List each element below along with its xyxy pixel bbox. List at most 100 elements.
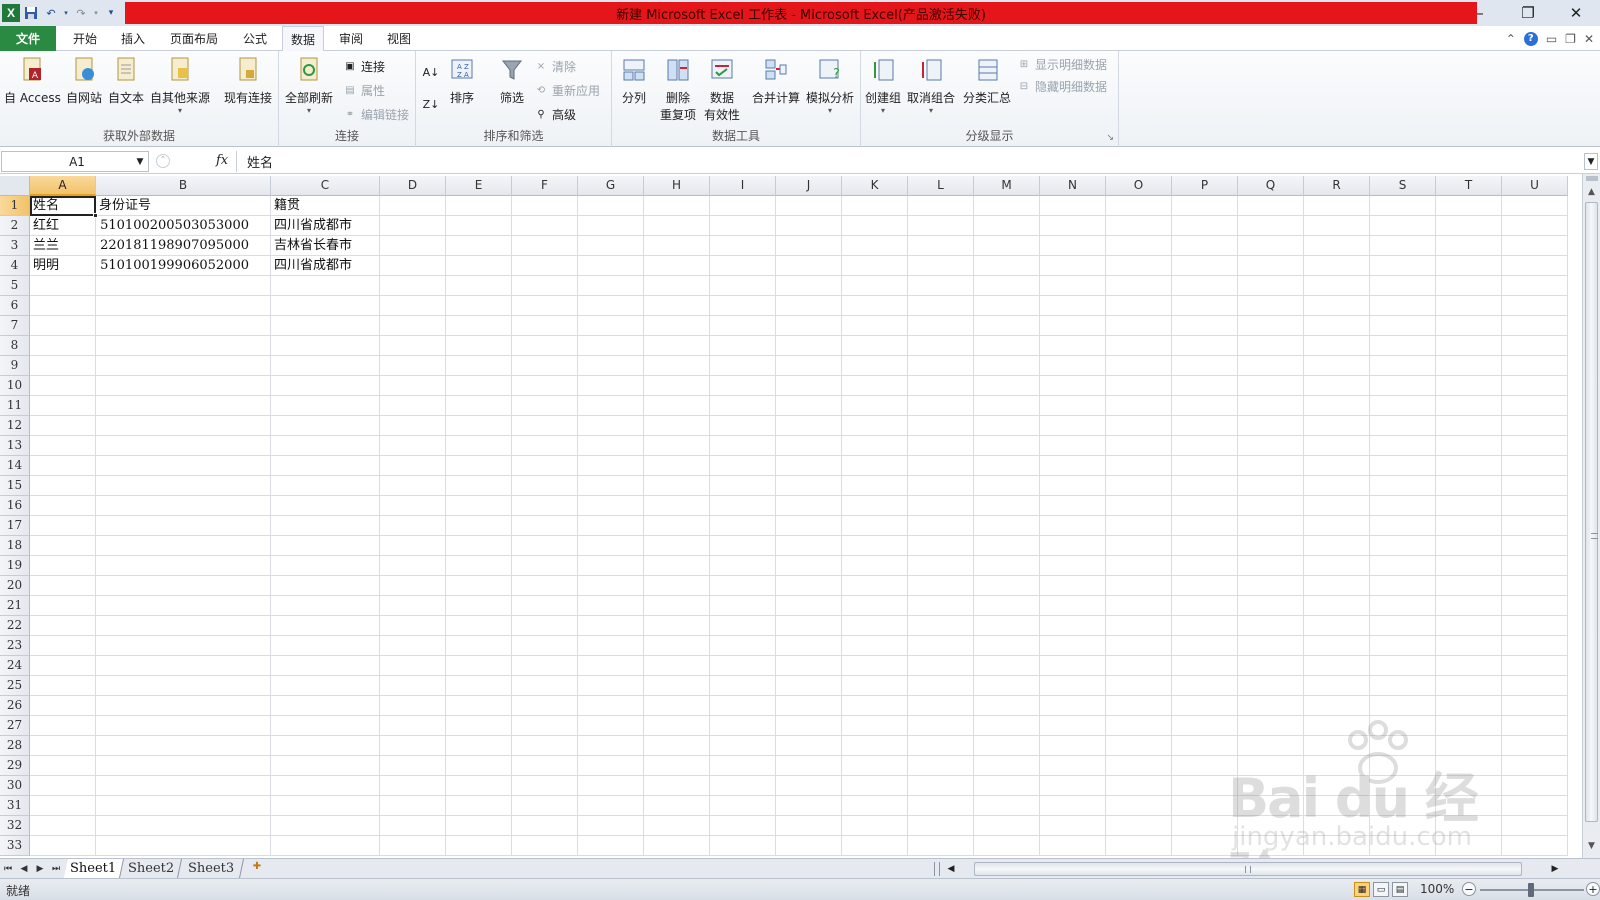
hide-detail-button[interactable]: ⊟ 隐藏明细数据 [1017,78,1107,95]
scroll-down-icon[interactable]: ▼ [1583,838,1600,854]
restore-button[interactable]: ❐ [1504,0,1552,26]
row-header-18[interactable]: 18 [0,536,30,556]
sort-ascending-button[interactable]: A↓ [423,65,440,79]
normal-view-icon[interactable]: ▦ [1354,882,1370,897]
tab-data[interactable]: 数据 [282,26,324,52]
customize-qat-icon[interactable]: ▾ [102,4,120,22]
formula-grip-icon[interactable]: ⌃ [156,154,170,168]
row-header-30[interactable]: 30 [0,776,30,796]
minimize-button[interactable]: – [1456,0,1504,26]
remove-duplicates-button[interactable]: 删除 重复项 [660,55,696,123]
row-header-17[interactable]: 17 [0,516,30,536]
fill-handle[interactable] [93,213,98,218]
save-icon[interactable] [22,4,40,22]
sheet-tab-3[interactable]: Sheet3 [179,859,245,878]
clear-filter-button[interactable]: ⨯ 清除 [534,58,576,75]
column-header-s[interactable]: S [1370,176,1436,196]
workbook-restore-icon[interactable]: ❐ [1565,32,1576,46]
tab-insert[interactable]: 插入 [112,26,154,51]
worksheet-grid[interactable]: ABCDEFGHIJKLMNOPQRSTU 1 2 3 4 5 6 7 8 9 10 11 12 13 1… [0,176,1582,858]
horizontal-scroll-thumb[interactable] [974,862,1522,876]
column-header-m[interactable]: M [974,176,1040,196]
column-header-u[interactable]: U [1502,176,1568,196]
row-header-29[interactable]: 29 [0,756,30,776]
row-header-25[interactable]: 25 [0,676,30,696]
column-header-r[interactable]: R [1304,176,1370,196]
vertical-scrollbar[interactable]: ▲ ▼ [1582,174,1600,858]
expand-formula-bar-icon[interactable]: ▼ [1584,153,1598,170]
properties-button[interactable]: ▤ 属性 [343,82,385,99]
split-box[interactable] [1586,176,1598,181]
row-header-32[interactable]: 32 [0,816,30,836]
page-layout-view-icon[interactable]: ▭ [1373,882,1389,897]
column-header-o[interactable]: O [1106,176,1172,196]
subtotal-button[interactable]: 分类汇总 [963,55,1011,106]
group-button[interactable]: 创建组 ▾ [865,55,901,115]
row-header-12[interactable]: 12 [0,416,30,436]
cell-a3[interactable]: 兰兰 [30,236,96,256]
cell-a2[interactable]: 红红 [30,216,96,236]
row-header-22[interactable]: 22 [0,616,30,636]
row-header-28[interactable]: 28 [0,736,30,756]
column-header-l[interactable]: L [908,176,974,196]
zoom-slider-thumb[interactable] [1528,883,1534,897]
cell-b3[interactable]: 220181198907095000 [96,236,271,256]
tab-split-handle[interactable] [934,862,940,876]
tab-view[interactable]: 视图 [378,26,420,51]
excel-app-icon[interactable]: X [2,4,20,22]
scroll-left-icon[interactable]: ◀ [944,861,958,877]
connections-button[interactable]: ▣ 连接 [343,58,385,75]
horizontal-scrollbar[interactable]: ◀ ▶ [934,861,1582,877]
row-header-5[interactable]: 5 [0,276,30,296]
dialog-launcher-icon[interactable]: ↘ [1106,133,1114,143]
redo-dropdown-icon[interactable]: ▾ [92,4,100,22]
workbook-minimize-icon[interactable]: ▭ [1546,32,1557,46]
data-validation-button[interactable]: 数据 有效性 [704,55,740,123]
select-all-corner[interactable] [0,176,30,196]
workbook-close-icon[interactable]: ✕ [1584,32,1594,46]
minimize-ribbon-icon[interactable]: ⌃ [1506,32,1516,46]
from-web-button[interactable]: 自网站 [66,55,102,106]
tab-formulas[interactable]: 公式 [234,26,276,51]
column-header-e[interactable]: E [446,176,512,196]
refresh-all-button[interactable]: 全部刷新 ▾ [285,55,333,115]
reapply-button[interactable]: ⟲ 重新应用 [534,82,600,99]
column-header-q[interactable]: Q [1238,176,1304,196]
column-header-b[interactable]: B [96,176,271,196]
advanced-filter-button[interactable]: ⚲ 高级 [534,106,576,123]
tab-file[interactable]: 文件 [0,26,56,51]
help-icon[interactable]: ? [1523,31,1538,46]
tab-review[interactable]: 审阅 [330,26,372,51]
row-header-8[interactable]: 8 [0,336,30,356]
sheet-tab-2[interactable]: Sheet2 [121,859,183,878]
page-break-view-icon[interactable]: ▤ [1392,882,1408,897]
row-header-16[interactable]: 16 [0,496,30,516]
row-header-24[interactable]: 24 [0,656,30,676]
cell-b4[interactable]: 510100199906052000 [96,256,271,276]
cell-c2[interactable]: 四川省成都市 [271,216,380,236]
scroll-right-icon[interactable]: ▶ [1548,861,1562,877]
row-header-21[interactable]: 21 [0,596,30,616]
row-header-1[interactable]: 1 [0,196,30,216]
formula-input[interactable]: 姓名 [236,151,1582,172]
zoom-in-icon[interactable]: + [1586,882,1600,896]
insert-function-icon[interactable]: fx [216,153,228,168]
zoom-level[interactable]: 100% [1420,882,1454,896]
ungroup-button[interactable]: 取消组合 ▾ [907,55,955,115]
row-header-6[interactable]: 6 [0,296,30,316]
name-box-dropdown-icon[interactable]: ▼ [132,157,148,167]
row-header-9[interactable]: 9 [0,356,30,376]
undo-icon[interactable]: ↶ [42,4,60,22]
filter-button[interactable]: 筛选 [498,55,526,106]
column-header-n[interactable]: N [1040,176,1106,196]
what-if-analysis-button[interactable]: ? 模拟分析 ▾ [806,55,854,115]
cell-b2[interactable]: 510100200503053000 [96,216,271,236]
column-header-i[interactable]: I [710,176,776,196]
column-header-d[interactable]: D [380,176,446,196]
tab-page-layout[interactable]: 页面布局 [162,26,226,51]
row-header-13[interactable]: 13 [0,436,30,456]
row-header-33[interactable]: 33 [0,836,30,856]
redo-icon[interactable]: ↷ [72,4,90,22]
vertical-scroll-thumb[interactable] [1585,202,1598,822]
first-sheet-icon[interactable]: ⏮ [2,864,14,874]
